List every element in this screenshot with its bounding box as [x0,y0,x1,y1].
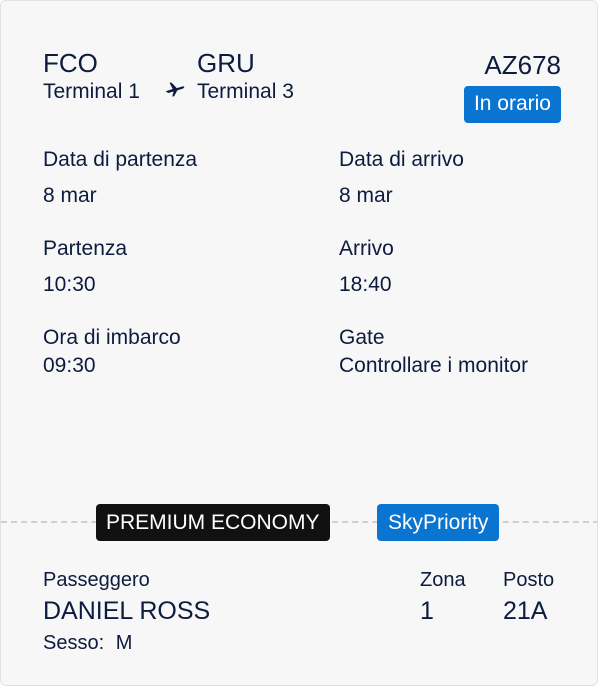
arrival-date: Data di arrivo 8 mar [339,147,464,209]
destination: GRU Terminal 3 [197,48,294,106]
departure-time-value: 10:30 [43,273,96,296]
flight-number: AZ678 [484,50,561,80]
boarding-time-value: 09:30 [43,354,96,377]
arrival-time-label: Arrivo [339,237,394,260]
departure-time-label: Partenza [43,237,128,260]
sex-value: M [115,632,133,654]
seat-value: 21A [503,597,548,625]
departure-date-value: 8 mar [43,184,97,207]
gate-value: Controllare i monitor [339,354,529,377]
skypriority-badge: SkyPriority [377,504,500,541]
destination-code: GRU [197,48,255,78]
departure-date-label: Data di partenza [43,148,198,171]
zone-value: 1 [420,597,434,625]
destination-terminal: Terminal 3 [197,80,294,103]
boarding-time-label: Ora di imbarco [43,326,181,349]
arrival-time-value: 18:40 [339,273,392,296]
passenger-sex: Sesso: M [43,630,132,656]
arrival-time: Arrivo 18:40 [339,236,394,298]
passenger-label: Passeggero [43,569,150,591]
gate-label: Gate [339,326,385,349]
origin-terminal: Terminal 1 [43,80,140,103]
gate: Gate Controllare i monitor [339,325,528,379]
sex-label: Sesso: [43,632,105,654]
zone-label: Zona [420,569,466,591]
passenger-name: DANIEL ROSS [43,597,211,625]
airplane-icon [165,82,185,97]
arrival-date-label: Data di arrivo [339,148,464,171]
cabin-class-badge: PREMIUM ECONOMY [96,504,330,541]
departure-date: Data di partenza 8 mar [43,147,197,209]
status-badge: In orario [463,86,561,123]
arrival-date-value: 8 mar [339,184,393,207]
origin: FCO Terminal 1 [43,48,140,106]
origin-code: FCO [43,48,98,78]
boarding-pass-card: FCO Terminal 1 GRU Terminal 3 AZ678 In o… [0,0,598,686]
seat-label: Posto [503,569,555,591]
boarding-time: Ora di imbarco 09:30 [43,325,181,379]
departure-time: Partenza 10:30 [43,236,127,298]
